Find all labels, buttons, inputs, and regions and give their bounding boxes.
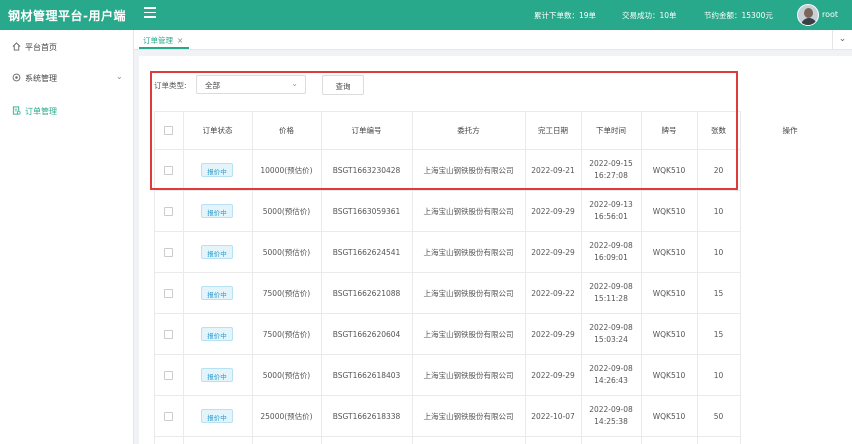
price-cell: 7500(预估价)	[262, 289, 311, 298]
row-checkbox[interactable]	[164, 207, 173, 216]
order-no-cell: BSGT1662620604	[332, 330, 401, 339]
app-title: 钢材管理平台-用户端	[8, 9, 126, 23]
row-checkbox[interactable]	[164, 248, 173, 257]
status-badge: 报价中	[201, 204, 233, 218]
price-cell: 25000(预估价)	[260, 412, 313, 421]
row-checkbox[interactable]	[164, 371, 173, 380]
price-cell: 5000(预估价)	[262, 207, 311, 216]
row-checkbox[interactable]	[164, 412, 173, 421]
client-cell: 上海宝山钢铁股份有限公司	[423, 207, 514, 216]
status-badge: 报价中	[201, 368, 233, 382]
successful-trades-stat: 交易成功：10单	[622, 11, 677, 20]
finish-date-cell: 2022-09-29	[531, 371, 575, 380]
sidebar-item-label: 平台首页	[25, 43, 57, 52]
status-badge: 报价中	[201, 245, 233, 259]
order-date-cell: 2022-09-08	[589, 323, 633, 332]
order-date-cell: 2022-09-08	[589, 282, 633, 291]
savings-stat: 节约金额：15300元	[704, 11, 773, 20]
sidebar-item-orders[interactable]: 订单管理	[0, 96, 134, 126]
top-header: 钢材管理平台-用户端 累计下单数：19单 交易成功：10单 节约金额：15300…	[0, 0, 852, 30]
grade-cell: WQK510	[652, 330, 686, 339]
client-cell: 上海宝山钢铁股份有限公司	[423, 371, 514, 380]
status-badge: 报价中	[201, 327, 233, 341]
price-cell: 5000(预估价)	[262, 371, 311, 380]
grade-cell: WQK510	[652, 207, 686, 216]
order-no-cell: BSGT1662618403	[332, 371, 401, 380]
avatar[interactable]	[797, 4, 819, 26]
sidebar: 平台首页 系统管理 ⌄ 订单管理	[0, 30, 134, 444]
tab-bar: 订单管理 × ⌄	[134, 30, 852, 50]
order-no-cell: BSGT1663059361	[332, 207, 401, 216]
tab-order-management[interactable]: 订单管理 ×	[139, 30, 190, 49]
grade-cell: WQK510	[652, 248, 686, 257]
order-no-cell: BSGT1662624541	[332, 248, 401, 257]
order-date-cell: 2022-09-08	[589, 364, 633, 373]
sidebar-item-home[interactable]: 平台首页	[0, 32, 134, 62]
sheets-cell: 15	[713, 289, 724, 298]
finish-date-cell: 2022-09-29	[531, 330, 575, 339]
user-name[interactable]: root	[822, 10, 838, 19]
client-cell: 上海宝山钢铁股份有限公司	[423, 330, 514, 339]
order-time-cell: 16:09:01	[594, 253, 628, 262]
order-time-cell: 15:11:28	[594, 294, 628, 303]
tab-label: 订单管理	[143, 36, 173, 45]
finish-date-cell: 2022-09-29	[531, 207, 575, 216]
price-cell: 7500(预估价)	[262, 330, 311, 339]
sheets-cell: 10	[713, 371, 724, 380]
order-time-cell: 16:56:01	[594, 212, 628, 221]
order-no-cell: BSGT1662621088	[332, 289, 401, 298]
client-cell: 上海宝山钢铁股份有限公司	[423, 289, 514, 298]
chevron-down-icon[interactable]: ⌄	[832, 30, 852, 49]
client-cell: 上海宝山钢铁股份有限公司	[423, 248, 514, 257]
sheets-cell: 10	[713, 248, 724, 257]
status-badge: 报价中	[201, 409, 233, 423]
grade-cell: WQK510	[652, 289, 686, 298]
order-date-cell: 2022-09-13	[589, 200, 633, 209]
sidebar-item-label: 订单管理	[25, 107, 57, 116]
order-date-cell: 2022-09-08	[589, 241, 633, 250]
finish-date-cell: 2022-10-07	[531, 412, 575, 421]
home-icon	[12, 42, 21, 51]
sheets-cell: 15	[713, 330, 724, 339]
column-header-actions: 操作	[782, 126, 798, 135]
price-cell: 5000(预估价)	[262, 248, 311, 257]
sidebar-item-label: 系统管理	[25, 74, 57, 83]
sheets-cell: 10	[713, 207, 724, 216]
sidebar-item-system[interactable]: 系统管理 ⌄	[0, 63, 134, 93]
grade-cell: WQK510	[652, 412, 686, 421]
order-no-cell: BSGT1662618338	[332, 412, 401, 421]
close-icon[interactable]: ×	[177, 36, 183, 45]
row-checkbox[interactable]	[164, 330, 173, 339]
finish-date-cell: 2022-09-29	[531, 248, 575, 257]
gear-icon	[12, 73, 21, 82]
order-date-cell: 2022-09-08	[589, 405, 633, 414]
menu-toggle-icon[interactable]	[144, 7, 156, 19]
order-icon	[12, 106, 21, 115]
chevron-down-icon: ⌄	[116, 72, 123, 81]
total-orders-stat: 累计下单数：19单	[534, 11, 597, 20]
status-badge: 报价中	[201, 286, 233, 300]
order-time-cell: 14:25:38	[594, 417, 628, 426]
order-time-cell: 14:26:43	[594, 376, 628, 385]
sheets-cell: 50	[713, 412, 724, 421]
order-time-cell: 15:03:24	[594, 335, 628, 344]
grade-cell: WQK510	[652, 371, 686, 380]
finish-date-cell: 2022-09-22	[531, 289, 575, 298]
client-cell: 上海宝山钢铁股份有限公司	[423, 412, 514, 421]
highlight-box	[150, 71, 738, 190]
row-checkbox[interactable]	[164, 289, 173, 298]
